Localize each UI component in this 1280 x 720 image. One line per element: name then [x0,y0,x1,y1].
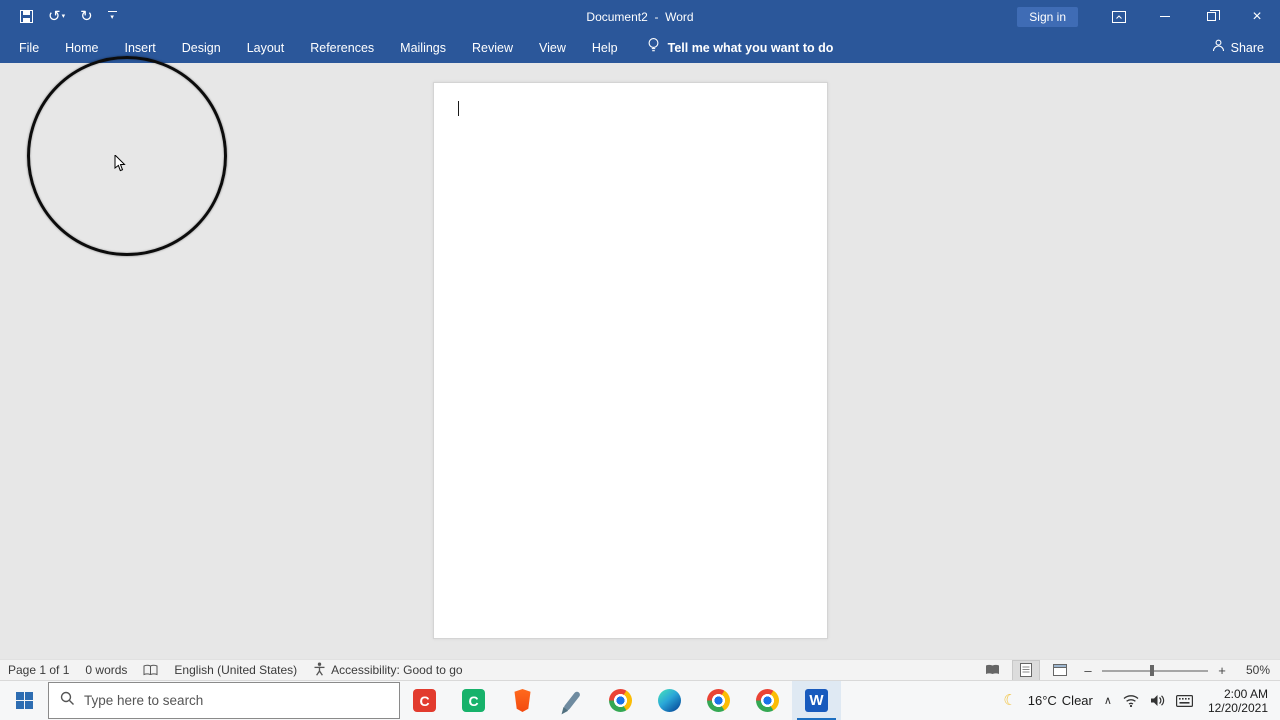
search-icon [60,691,75,711]
ribbon-tabbar: File Home Insert Design Layout Reference… [0,33,1280,63]
brave-icon [514,689,531,712]
lightbulb-icon [647,37,660,59]
language-indicator[interactable]: English (United States) [174,663,297,677]
tab-layout[interactable]: Layout [234,33,298,63]
weather-widget[interactable]: 16°C Clear [1028,693,1093,708]
titlebar: ↺ ▾ ↻ ▾ Document2 - Word Sign in × [0,0,1280,33]
taskbar-app-chrome-3[interactable] [743,681,792,720]
statusbar-left: Page 1 of 1 0 words English (United Stat… [0,662,463,679]
page-indicator[interactable]: Page 1 of 1 [8,663,69,677]
taskbar-app-chrome-2[interactable] [694,681,743,720]
edge-icon [658,689,681,712]
tab-mailings[interactable]: Mailings [387,33,459,63]
quick-access-toolbar: ↺ ▾ ↻ ▾ [0,9,117,24]
zoom-slider[interactable] [1102,660,1208,681]
taskbar-app-word[interactable]: W [792,681,841,720]
weather-temp: 16°C [1027,693,1057,708]
zoom-slider-thumb[interactable] [1149,664,1154,676]
zoom-out-button[interactable]: – [1080,663,1096,678]
taskbar: C C W ☾ 16°C Clear ∧ 2:00 AM 12/20/2021 [0,680,1280,720]
windows-logo-icon [15,692,33,709]
touch-keyboard-icon[interactable] [1175,694,1193,707]
clock-time: 2:00 AM [1223,686,1268,701]
undo-button[interactable]: ↺ ▾ [48,9,65,24]
tab-insert[interactable]: Insert [112,33,169,63]
weather-condition: Clear [1061,693,1093,708]
taskbar-app-pen[interactable] [547,681,596,720]
minimize-button[interactable] [1142,0,1188,33]
redo-button[interactable]: ↻ [80,9,93,24]
sign-in-button[interactable]: Sign in [1017,6,1078,27]
restore-button[interactable] [1188,0,1234,33]
start-button[interactable] [0,681,48,720]
web-layout-icon[interactable] [1046,660,1074,681]
volume-icon[interactable] [1150,694,1165,707]
chrome-icon [609,689,632,712]
tab-references[interactable]: References [297,33,387,63]
document-canvas [0,63,1280,659]
share-button[interactable]: Share [1212,33,1264,63]
chrome-icon [756,689,779,712]
print-layout-icon[interactable] [1012,659,1040,681]
tab-design[interactable]: Design [169,33,234,63]
tab-view[interactable]: View [526,33,579,63]
accessibility-label: Accessibility: Good to go [331,663,463,677]
hidden-icons-chevron[interactable]: ∧ [1104,694,1112,707]
clock-widget[interactable]: 2:00 AM 12/20/2021 [1208,687,1268,715]
tab-help[interactable]: Help [579,33,631,63]
tab-file[interactable]: File [6,33,52,63]
chrome-icon [707,689,730,712]
close-button[interactable]: × [1234,0,1280,33]
search-input[interactable] [84,693,388,708]
titlebar-right-controls: Sign in × [1017,0,1280,33]
taskbar-app-brave[interactable] [498,681,547,720]
word-count[interactable]: 0 words [85,663,127,677]
taskbar-app-edge[interactable] [645,681,694,720]
statusbar-right: – + 50% [978,659,1280,681]
camtasia-recorder-icon: C [413,689,436,712]
network-icon[interactable] [1123,694,1139,707]
accessibility-status[interactable]: Accessibility: Good to go [313,662,463,679]
tab-home[interactable]: Home [52,33,111,63]
clock-date: 12/20/2021 [1207,700,1268,715]
read-mode-icon[interactable] [978,660,1006,681]
proofing-icon[interactable] [143,664,158,677]
moon-weather-icon[interactable]: ☾ [1003,693,1016,708]
share-label: Share [1230,41,1264,55]
tell-me-label: Tell me what you want to do [667,41,834,55]
taskbar-app-camtasia[interactable]: C [449,681,498,720]
undo-dropdown-icon[interactable]: ▾ [62,12,66,21]
system-tray: ☾ 16°C Clear ∧ 2:00 AM 12/20/2021 [1003,681,1280,720]
word-icon: W [805,689,828,712]
pen-app-icon [562,689,581,712]
taskbar-search[interactable] [48,682,400,719]
save-icon[interactable] [20,10,33,23]
text-caret [458,101,459,116]
tell-me-box[interactable]: Tell me what you want to do [647,37,834,59]
statusbar: Page 1 of 1 0 words English (United Stat… [0,659,1280,681]
tab-review[interactable]: Review [459,33,526,63]
person-icon [1212,39,1225,57]
customize-quick-access-icon[interactable]: ▾ [107,11,117,22]
taskbar-app-camtasia-recorder[interactable]: C [400,681,449,720]
accessibility-icon [313,662,326,679]
taskbar-app-chrome-1[interactable] [596,681,645,720]
taskbar-apps: C C W [400,681,841,720]
ribbon-display-options-icon[interactable] [1096,0,1142,33]
zoom-level[interactable]: 50% [1236,663,1270,677]
zoom-in-button[interactable]: + [1214,663,1230,678]
camtasia-icon: C [462,689,485,712]
document-page[interactable] [433,82,828,639]
